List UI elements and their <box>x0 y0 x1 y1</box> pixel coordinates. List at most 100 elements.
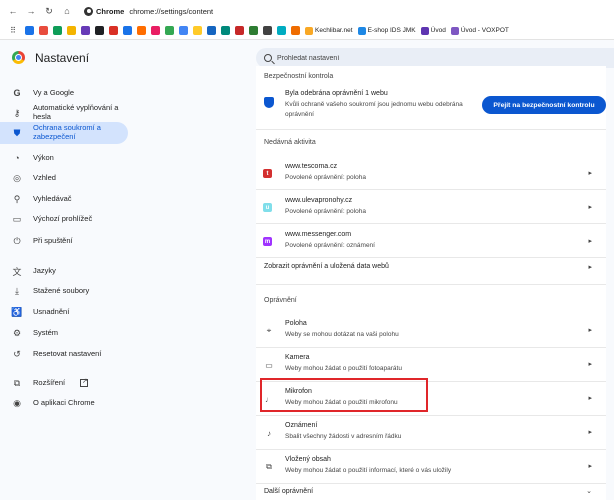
bookmark-favicon-icon[interactable] <box>179 26 188 35</box>
divider <box>256 223 606 224</box>
bookmark-favicon-icon[interactable] <box>291 26 300 35</box>
bookmark-favicon-icon[interactable] <box>207 26 216 35</box>
bookmark-favicon-icon[interactable] <box>95 26 104 35</box>
chrome-site-chip[interactable]: Chrome <box>84 6 124 16</box>
url-text[interactable]: chrome://settings/content <box>129 7 213 16</box>
sidebar-item-13[interactable]: ⧉ Rozšíření <box>0 376 128 390</box>
sidebar-item-5[interactable]: ⚲ Vyhledávač <box>0 192 128 206</box>
settings-content-card: Bezpečnostní kontrola Byla odebrána oprá… <box>256 66 606 500</box>
bookmark-favicon-icon[interactable] <box>235 26 244 35</box>
bookmark-favicon-icon[interactable] <box>25 26 34 35</box>
bookmarks-bar: ⠿ Kechlibar.net E-shop IDS JMK Úvod Úvod - … <box>0 22 614 40</box>
bookmark-favicon-icon[interactable] <box>151 26 160 35</box>
safety-check-desc-line2: oprávnění <box>285 111 314 118</box>
permission-description: Weby se mohou dotázat na vaši polohu <box>285 331 399 338</box>
reload-icon[interactable]: ↻ <box>42 4 56 18</box>
sidebar-item-label: Výchozí prohlížeč <box>33 214 93 223</box>
bookmark-favicon-icon[interactable] <box>165 26 174 35</box>
bookmark-favicon-icon <box>450 26 459 35</box>
accessibility-icon: ♿ <box>11 306 23 317</box>
sidebar-item-label: Vyhledávač <box>33 194 72 203</box>
sidebar-item-14[interactable]: ◉ O aplikaci Chrome <box>0 396 128 410</box>
sidebar-item-label: Výkon <box>33 153 54 162</box>
apps-grid-icon[interactable]: ⠿ <box>6 24 20 38</box>
shield-icon: ⛊ <box>13 127 21 138</box>
bookmark-favicon-icon[interactable] <box>277 26 286 35</box>
chevron-right-icon: ▸ <box>588 204 592 211</box>
permission-title: Kamera <box>285 354 310 361</box>
forward-arrow-icon[interactable]: → <box>24 4 38 18</box>
home-icon[interactable]: ⌂ <box>60 4 74 18</box>
bookmark-favicon-icon <box>357 26 366 35</box>
bookmark-favicon-icon[interactable] <box>221 26 230 35</box>
divider <box>256 257 606 258</box>
sidebar-item-9[interactable]: ⤓ Stažené soubory <box>0 284 128 298</box>
sidebar-item-6[interactable]: ▭ Výchozí prohlížeč <box>0 212 128 226</box>
recent-site-detail: Povolené oprávnění: poloha <box>285 208 366 215</box>
bookmark-label: E-shop IDS JMK <box>367 27 416 34</box>
chevron-right-icon: ▸ <box>588 395 592 402</box>
palette-icon: ◎ <box>13 172 21 183</box>
bookmark-favicon-icon[interactable] <box>123 26 132 35</box>
open-external-icon[interactable] <box>80 377 88 387</box>
sidebar-item-2[interactable]: ⛊ Ochrana soukromí a zabezpečení <box>0 122 128 144</box>
site-favicon-icon: t <box>263 169 272 178</box>
search-input[interactable] <box>277 54 577 62</box>
permissions-heading: Oprávnění <box>264 297 297 304</box>
sidebar-item-8[interactable]: 文 Jazyky <box>0 264 128 278</box>
more-permissions-toggle[interactable]: Další oprávnění <box>264 488 313 495</box>
chrome-logo-icon <box>12 51 25 64</box>
bookmark-voxpot[interactable]: Úvod - VOXPOT <box>450 26 509 35</box>
recent-activity-heading: Nedávná aktivita <box>264 139 316 146</box>
sidebar-item-0[interactable]: G Vy a Google <box>0 86 128 100</box>
bookmark-favicon-icon[interactable] <box>263 26 272 35</box>
sidebar-item-12[interactable]: ↺ Resetovat nastavení <box>0 347 128 361</box>
chevron-right-icon: ▸ <box>588 170 592 177</box>
back-arrow-icon[interactable]: ← <box>6 4 20 18</box>
bookmark-favicon-icon[interactable] <box>137 26 146 35</box>
bookmark-favicon-icon[interactable] <box>67 26 76 35</box>
sidebar-item-11[interactable]: ⚙ Systém <box>0 326 128 340</box>
sidebar-item-10[interactable]: ♿ Usnadnění <box>0 305 128 319</box>
go-to-safety-check-button[interactable]: Přejít na bezpečnostní kontrolu <box>482 96 606 114</box>
site-favicon-icon: u <box>263 203 272 212</box>
address-bar[interactable]: Chrome chrome://settings/content <box>84 3 213 19</box>
permission-row-oznámení[interactable] <box>256 416 606 448</box>
bookmark-kechlibar[interactable]: Kechlibar.net <box>305 26 353 35</box>
bookmark-favicon-icon <box>305 26 313 35</box>
sidebar-item-1[interactable]: ⚷ Automatické vyplňování a hesla <box>0 102 128 124</box>
divider <box>256 483 606 484</box>
bookmark-favicon-icon[interactable] <box>109 26 118 35</box>
view-all-permissions-link[interactable]: Zobrazit oprávnění a uložená data webů <box>264 263 389 270</box>
chevron-down-icon: ⌄ <box>586 488 592 495</box>
sidebar-item-3[interactable]: ◔ Výkon <box>0 151 128 165</box>
bookmark-uvod[interactable]: Úvod <box>420 26 446 35</box>
settings-search[interactable] <box>256 48 614 68</box>
bookmark-favicon-icon[interactable] <box>39 26 48 35</box>
permission-title: Vložený obsah <box>285 456 331 463</box>
recent-site-name: www.tescoma.cz <box>285 163 338 170</box>
permission-row-vložený obsah[interactable] <box>256 450 606 482</box>
bookmark-eshop[interactable]: E-shop IDS JMK <box>357 26 416 35</box>
permission-row-poloha[interactable] <box>256 314 606 346</box>
recent-site-detail: Povolené oprávnění: poloha <box>285 174 366 181</box>
key-icon: ⚷ <box>13 107 21 118</box>
bookmark-favicon-icon[interactable] <box>81 26 90 35</box>
bookmark-favicon-icon[interactable] <box>249 26 258 35</box>
browser-icon: ▭ <box>12 213 22 224</box>
bookmark-favicon-icon <box>420 26 429 35</box>
sidebar-item-4[interactable]: ◎ Vzhled <box>0 171 128 185</box>
power-icon: ⏻ <box>13 235 21 246</box>
divider <box>256 284 606 285</box>
recent-site-name: www.messenger.com <box>285 231 352 238</box>
embedded-content-icon: ⧉ <box>266 462 272 471</box>
permission-row-kamera[interactable] <box>256 348 606 380</box>
sidebar-item-7[interactable]: ⏻ Při spuštění <box>0 234 128 248</box>
permission-description: Weby mohou žádat o použití informací, kt… <box>285 467 452 474</box>
bookmark-favicon-icon[interactable] <box>193 26 202 35</box>
permission-description: Weby mohou žádat o použití fotoaparátu <box>285 365 402 372</box>
divider <box>256 129 606 130</box>
sidebar-item-label: O aplikaci Chrome <box>33 398 95 407</box>
chevron-right-icon: ▸ <box>588 361 592 368</box>
bookmark-favicon-icon[interactable] <box>53 26 62 35</box>
